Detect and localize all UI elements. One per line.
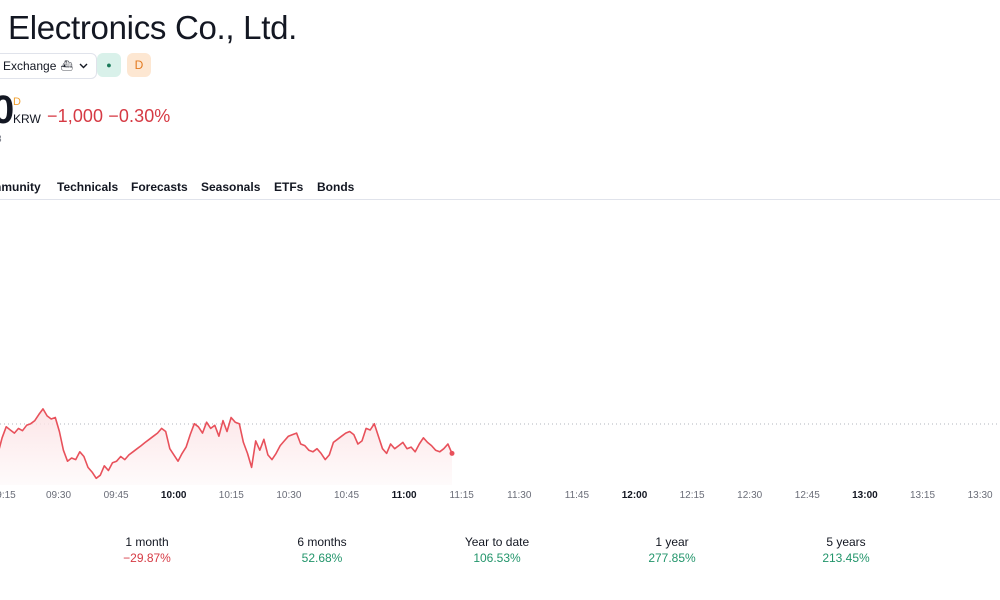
tab-etfs[interactable]: ETFs (274, 180, 303, 194)
tab-bonds[interactable]: Bonds (317, 180, 354, 194)
market-status-icon: ● (106, 60, 112, 70)
exchange-flag-icon: ⛴ (60, 60, 74, 72)
perf-label: Year to date (464, 535, 530, 549)
x-tick-label: 12:00 (622, 490, 648, 501)
x-tick-label: 13:00 (852, 490, 878, 501)
x-tick-label: 12:45 (795, 490, 820, 501)
perf-label: 1 year (655, 535, 689, 549)
x-tick-label: 12:30 (737, 490, 762, 501)
exchange-label: Exchange (3, 59, 57, 73)
x-tick-label: 09:45 (104, 490, 129, 501)
x-tick-label: 10:15 (219, 490, 244, 501)
perf-all-time[interactable]: 7 (995, 535, 1000, 553)
perf-value: 213.45% (822, 551, 870, 565)
price-change-value: −1,000 (47, 106, 104, 126)
market-status-badge[interactable]: ● (97, 53, 121, 77)
tab-technicals[interactable]: Technicals (57, 180, 118, 194)
perf-label: 1 month (125, 535, 169, 549)
perf-value: 52.68% (301, 551, 343, 565)
x-tick-label: 13:30 (968, 490, 993, 501)
symbol-tabs: nmunity Technicals Forecasts Seasonals E… (0, 172, 1000, 200)
x-tick-label: 10:30 (276, 490, 301, 501)
delayed-data-badge[interactable]: D (127, 53, 151, 77)
perf-5-years[interactable]: 5 years 213.45% (786, 535, 906, 567)
x-tick-label: 11:15 (450, 490, 475, 501)
x-tick-label: 11:45 (565, 490, 590, 501)
last-price-dot (449, 450, 455, 456)
x-tick-label: 10:00 (161, 490, 187, 501)
x-tick-label: 11:30 (507, 490, 532, 501)
price-change: −1,000 −0.30% (47, 106, 170, 127)
page-title: Electronics Co., Ltd. (8, 9, 297, 46)
perf-value: 7 (995, 535, 1000, 553)
x-tick-label: 11:00 (392, 490, 417, 501)
x-tick-label: 13:15 (910, 490, 935, 501)
perf-label: 5 years (826, 535, 866, 549)
exchange-selector[interactable]: Exchange ⛴ (0, 53, 98, 79)
tab-community[interactable]: nmunity (0, 180, 41, 194)
x-tick-label: 9:15 (0, 490, 16, 501)
quote-subnote: 3 (0, 134, 2, 145)
tab-seasonals[interactable]: Seasonals (201, 180, 260, 194)
tab-forecasts[interactable]: Forecasts (131, 180, 188, 194)
currency-label: KRW (13, 112, 41, 126)
x-tick-label: 10:45 (334, 490, 359, 501)
perf-1-year[interactable]: 1 year 277.85% (612, 535, 732, 567)
price-change-percent: −0.30% (108, 106, 171, 126)
perf-label: 6 months (297, 535, 347, 549)
delay-marker: D (13, 96, 21, 108)
perf-1-month[interactable]: 1 month −29.87% (87, 535, 207, 567)
perf-value: −29.87% (123, 551, 171, 565)
symbol-overview-page: Electronics Co., Ltd. Exchange ⛴ ● D 0 D… (0, 0, 1000, 600)
price-area (0, 408, 452, 485)
chevron-down-icon (79, 61, 88, 71)
perf-year-to-date[interactable]: Year to date 106.53% (437, 535, 557, 567)
perf-value: 106.53% (473, 551, 521, 565)
x-tick-label: 12:15 (680, 490, 705, 501)
perf-value: 277.85% (648, 551, 696, 565)
perf-6-months[interactable]: 6 months 52.68% (262, 535, 382, 567)
x-tick-label: 09:30 (46, 490, 71, 501)
intraday-price-chart[interactable]: 9:15 09:30 09:45 10:00 10:15 10:30 10:45 11:00 1… (0, 200, 1000, 510)
